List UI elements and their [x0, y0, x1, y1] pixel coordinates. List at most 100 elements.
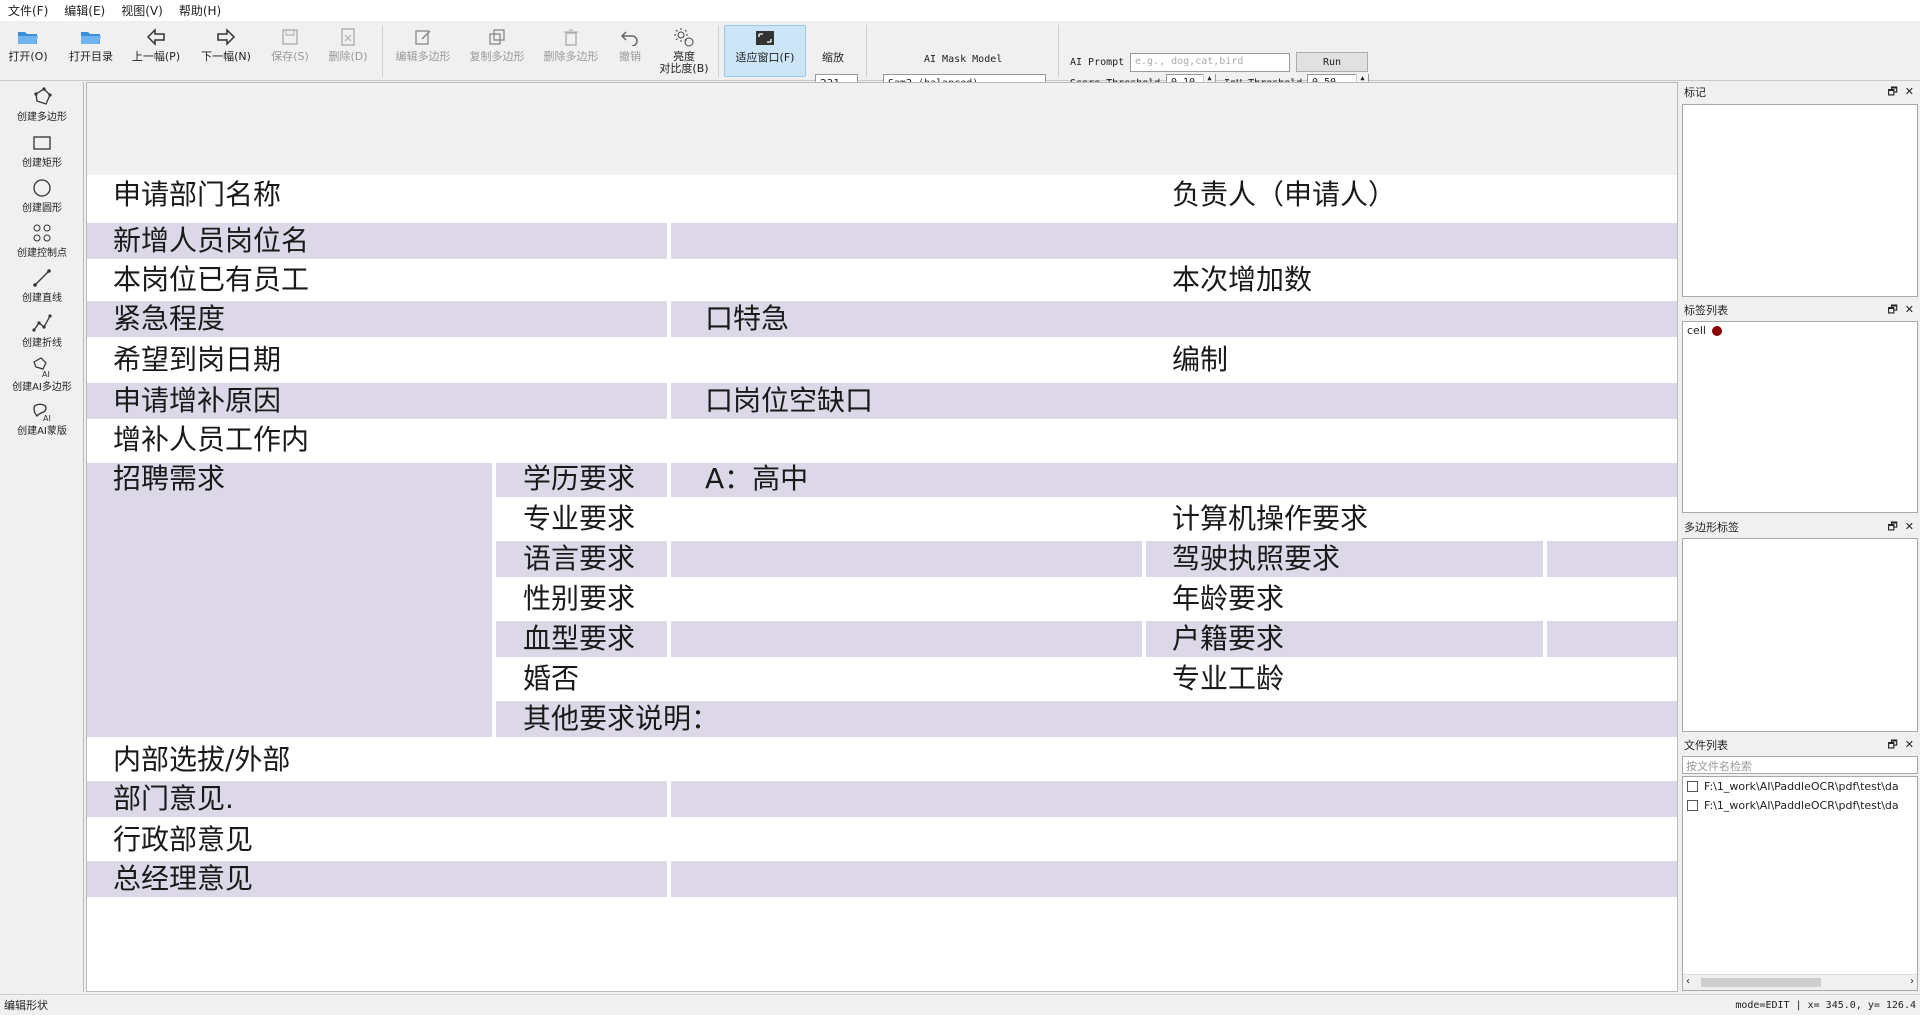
cell-text: 内部选拔/外部: [113, 743, 291, 776]
save-icon: [278, 25, 302, 49]
cell-text: 血型要求: [523, 622, 636, 655]
undo-icon: [618, 25, 642, 49]
menu-file[interactable]: 文件(F): [0, 2, 56, 19]
cell-text: 申请增补原因: [113, 384, 282, 417]
cell-text: 口岗位空缺口: [705, 384, 874, 417]
zoom-label: 缩放: [822, 51, 844, 64]
status-message: 编辑形状: [4, 999, 48, 1012]
toolbar-separator: [718, 25, 719, 77]
close-icon[interactable]: ✕: [1905, 303, 1914, 316]
table-row: [87, 383, 1677, 419]
close-icon[interactable]: ✕: [1905, 738, 1914, 751]
float-icon[interactable]: 🗗: [1887, 303, 1897, 316]
ai-prompt-input[interactable]: e.g., dog,cat,bird: [1130, 53, 1290, 72]
menu-bar: 文件(F) 编辑(E) 视图(V) 帮助(H): [0, 0, 1920, 21]
copy-polygon-button[interactable]: 复制多边形: [464, 25, 530, 77]
table-row: [87, 739, 1677, 781]
create-ai-mask-button[interactable]: AI 创建AI蒙版: [0, 400, 84, 437]
table-row: [87, 861, 1677, 897]
brightness-icon: [672, 25, 696, 49]
prev-image-button[interactable]: 上一幅(P): [128, 25, 184, 77]
ai-polygon-icon: AI: [31, 356, 53, 378]
polygon-icon: [31, 86, 53, 108]
create-line-button[interactable]: 创建直线: [0, 267, 84, 304]
create-point-button[interactable]: 创建控制点: [0, 222, 84, 259]
delete-polygon-button[interactable]: 删除多边形: [538, 25, 604, 77]
line-icon: [31, 267, 53, 289]
chevron-left-icon[interactable]: ‹: [1686, 976, 1690, 987]
label-color-dot: [1711, 325, 1722, 336]
checkbox[interactable]: [1687, 800, 1698, 811]
list-item[interactable]: F:\1_work\AI\PaddleOCR\pdf\test\da: [1683, 777, 1917, 796]
brightness-contrast-button[interactable]: 亮度 对比度(B): [656, 25, 712, 77]
checkbox[interactable]: [1687, 781, 1698, 792]
menu-edit[interactable]: 编辑(E): [56, 2, 113, 19]
float-icon[interactable]: 🗗: [1887, 85, 1897, 98]
image-canvas[interactable]: 申请部门名称 负责人（申请人） 新增人员岗位名 本岗位已有员工 本次增加数 紧急…: [86, 82, 1678, 992]
cell-text: 语言要求: [523, 542, 636, 575]
float-icon[interactable]: 🗗: [1887, 738, 1897, 751]
panel-title: 标记: [1684, 86, 1706, 99]
copy-icon: [485, 25, 509, 49]
cell-text: 希望到岗日期: [113, 343, 282, 376]
menu-view[interactable]: 视图(V): [113, 2, 171, 19]
run-button[interactable]: Run: [1296, 52, 1368, 72]
undo-button[interactable]: 撤销: [610, 25, 650, 77]
list-item[interactable]: cell: [1683, 322, 1917, 339]
table-row: [87, 781, 1677, 817]
open-button[interactable]: 打开(O): [4, 25, 52, 77]
panel-title: 标签列表: [1684, 304, 1728, 317]
float-icon[interactable]: 🗗: [1887, 520, 1897, 533]
fit-window-button[interactable]: 适应窗口(F): [724, 25, 806, 77]
cell-text: 编制: [1172, 343, 1229, 376]
list-item[interactable]: F:\1_work\AI\PaddleOCR\pdf\test\da: [1683, 796, 1917, 815]
create-polygon-button[interactable]: 创建多边形: [0, 86, 84, 123]
cell-text: 学历要求: [523, 462, 636, 495]
create-rectangle-button[interactable]: 创建矩形: [0, 132, 84, 169]
edit-polygon-button[interactable]: 编辑多边形: [390, 25, 456, 77]
close-icon[interactable]: ✕: [1905, 85, 1914, 98]
table-row: [87, 223, 1677, 259]
status-coordinates: mode=EDIT | x= 345.0, y= 126.4: [1735, 999, 1916, 1011]
cell-text: 增补人员工作内: [113, 423, 310, 456]
cell-text: 申请部门名称: [113, 178, 282, 211]
merged-cell: [87, 463, 492, 737]
file-search-input[interactable]: 按文件名检索: [1682, 756, 1918, 774]
label-list-panel: 标签列表 🗗 ✕ cell: [1680, 301, 1920, 515]
open-dir-button[interactable]: 打开目录: [64, 25, 118, 77]
close-icon[interactable]: ✕: [1905, 520, 1914, 533]
svg-text:AI: AI: [43, 414, 51, 422]
table-row: [87, 421, 1677, 459]
flags-list[interactable]: [1682, 104, 1918, 297]
create-circle-button[interactable]: 创建圆形: [0, 177, 84, 214]
save-button[interactable]: 保存(S): [266, 25, 314, 77]
page-margin: [87, 83, 1677, 175]
cell-text: 年龄要求: [1172, 582, 1285, 615]
folder-icon: [79, 25, 103, 49]
cell-text: 计算机操作要求: [1172, 502, 1369, 535]
menu-help[interactable]: 帮助(H): [171, 2, 229, 19]
cell-text: A：高中: [705, 462, 809, 495]
file-list[interactable]: F:\1_work\AI\PaddleOCR\pdf\test\da F:\1_…: [1682, 776, 1918, 991]
delete-file-button[interactable]: 删除(D): [324, 25, 372, 77]
horizontal-scrollbar[interactable]: ‹ ›: [1683, 974, 1917, 990]
chevron-right-icon[interactable]: ›: [1910, 976, 1914, 987]
flags-panel: 标记 🗗 ✕: [1680, 83, 1920, 299]
cell-text: 本岗位已有员工: [113, 263, 310, 296]
next-image-button[interactable]: 下一幅(N): [198, 25, 254, 77]
create-linestrip-button[interactable]: 创建折线: [0, 312, 84, 349]
scroll-thumb[interactable]: [1701, 978, 1821, 987]
table-row: [87, 261, 1677, 297]
table-row: [87, 341, 1677, 379]
polygon-labels-panel: 多边形标签 🗗 ✕: [1680, 518, 1920, 734]
cell-text: 负责人（申请人）: [1172, 178, 1397, 211]
polygon-labels-list[interactable]: [1682, 538, 1918, 732]
arrow-left-icon: [144, 25, 168, 49]
label-list[interactable]: cell: [1682, 321, 1918, 513]
points-icon: [31, 222, 53, 244]
toolbar-separator: [1058, 25, 1059, 77]
cell-text: 其他要求说明：: [523, 702, 720, 735]
cell-text: 本次增加数: [1172, 263, 1313, 296]
left-toolbar: 创建多边形 创建矩形 创建圆形 创建控制点 创建直线 创建折线 AI 创建AI多…: [0, 82, 84, 992]
create-ai-polygon-button[interactable]: AI 创建AI多边形: [0, 356, 84, 393]
